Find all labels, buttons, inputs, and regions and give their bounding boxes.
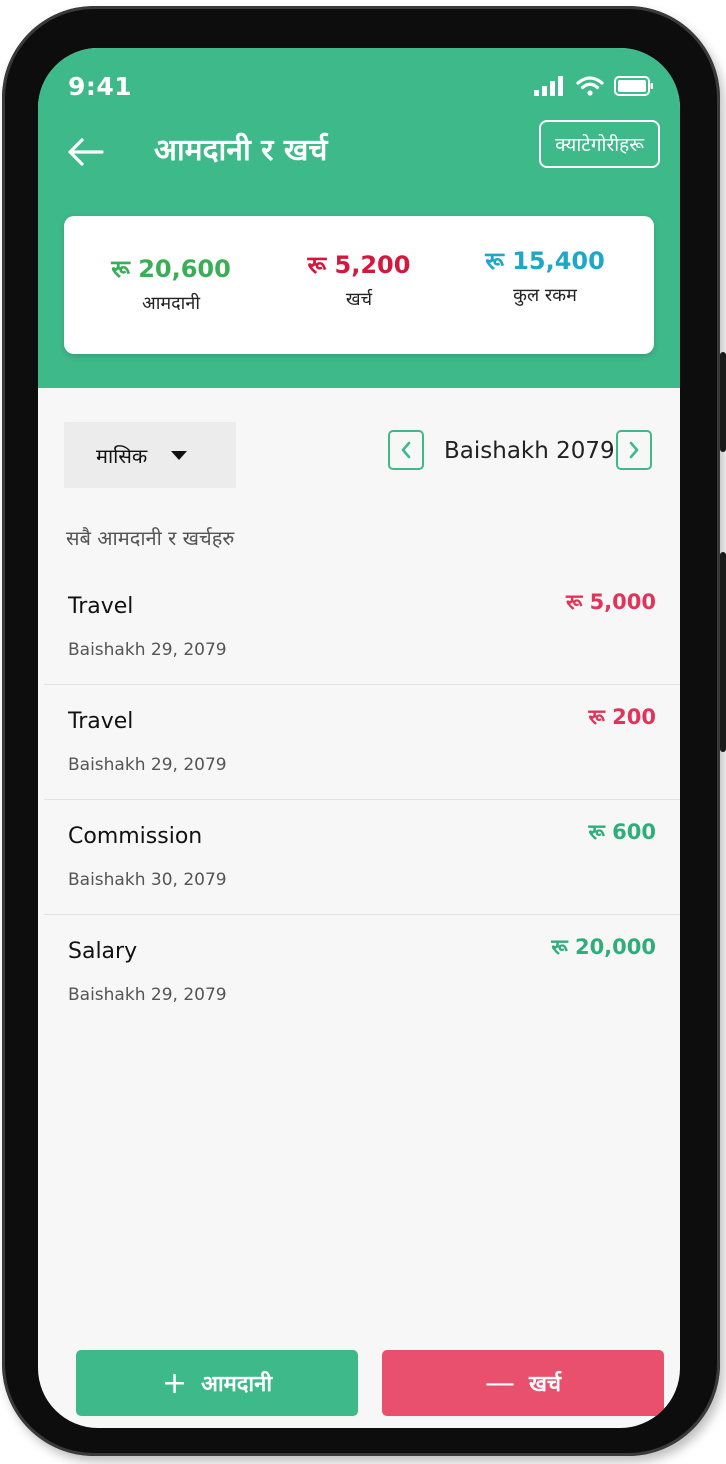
add-income-label: आमदानी bbox=[201, 1372, 273, 1397]
minus-icon: — bbox=[485, 1365, 516, 1401]
transaction-date: Baishakh 29, 2079 bbox=[68, 755, 227, 775]
summary-label: कुल रकम bbox=[513, 285, 577, 306]
volume-button bbox=[720, 352, 726, 452]
transaction-amount: रू 200 bbox=[588, 705, 656, 729]
section-title: सबै आमदानी र खर्चहरु bbox=[66, 526, 235, 550]
transaction-date: Baishakh 29, 2079 bbox=[68, 985, 227, 1005]
app-header: 9:41 आमदानी र खर्च क्याटेगोरीहरू रू 20,6… bbox=[38, 48, 680, 388]
summary-label: खर्च bbox=[345, 289, 373, 310]
add-income-button[interactable]: + आमदानी bbox=[76, 1350, 358, 1416]
summary-expense: रू 5,200 खर्च bbox=[264, 248, 454, 311]
power-button bbox=[720, 552, 726, 752]
transaction-row[interactable]: Commission Baishakh 30, 2079 रू 600 bbox=[44, 800, 680, 915]
prev-period-button[interactable] bbox=[388, 430, 424, 470]
chevron-left-icon bbox=[401, 441, 411, 459]
summary-value: रू 5,200 bbox=[307, 251, 411, 279]
summary-card: रू 20,600 आमदानी रू 5,200 खर्च रू 15,400… bbox=[64, 216, 654, 354]
chevron-right-icon bbox=[629, 441, 639, 459]
battery-icon bbox=[614, 76, 653, 96]
next-period-button[interactable] bbox=[616, 430, 652, 470]
transaction-name: Travel bbox=[68, 709, 134, 734]
add-expense-button[interactable]: — खर्च bbox=[382, 1350, 664, 1416]
signal-icon bbox=[534, 76, 563, 96]
transaction-amount: रू 20,000 bbox=[551, 935, 656, 959]
summary-income: रू 20,600 आमदानी bbox=[76, 252, 266, 315]
phone-frame: 9:41 आमदानी र खर्च क्याटेगोरीहरू रू 20,6… bbox=[2, 6, 726, 1456]
wifi-icon bbox=[576, 76, 604, 96]
transaction-amount: रू 600 bbox=[588, 820, 656, 844]
back-arrow-icon[interactable] bbox=[66, 134, 106, 170]
summary-value: रू 15,400 bbox=[485, 247, 605, 275]
period-filter-dropdown[interactable]: मासिक bbox=[64, 422, 236, 488]
summary-label: आमदानी bbox=[141, 293, 201, 314]
summary-total: रू 15,400 कुल रकम bbox=[450, 244, 640, 307]
transaction-row[interactable]: Salary Baishakh 29, 2079 रू 20,000 bbox=[44, 915, 680, 1030]
transaction-name: Commission bbox=[68, 824, 203, 849]
status-time: 9:41 bbox=[68, 72, 133, 101]
transaction-date: Baishakh 29, 2079 bbox=[68, 640, 227, 660]
app-screen: 9:41 आमदानी र खर्च क्याटेगोरीहरू रू 20,6… bbox=[38, 48, 680, 1428]
status-icons bbox=[534, 76, 654, 96]
transaction-name: Travel bbox=[68, 594, 134, 619]
transaction-name: Salary bbox=[68, 939, 138, 964]
transaction-date: Baishakh 30, 2079 bbox=[68, 870, 227, 890]
plus-icon: + bbox=[161, 1365, 188, 1401]
transaction-row[interactable]: Travel Baishakh 29, 2079 रू 200 bbox=[44, 685, 680, 800]
summary-value: रू 20,600 bbox=[111, 255, 231, 283]
transaction-amount: रू 5,000 bbox=[565, 590, 656, 614]
filter-selected: मासिक bbox=[96, 443, 148, 468]
add-expense-label: खर्च bbox=[529, 1372, 561, 1397]
period-label: Baishakh 2079 bbox=[444, 438, 615, 464]
categories-button[interactable]: क्याटेगोरीहरू bbox=[539, 120, 660, 168]
caret-down-icon bbox=[171, 450, 188, 460]
page-title: आमदानी र खर्च bbox=[154, 133, 328, 168]
transaction-row[interactable]: Travel Baishakh 29, 2079 रू 5,000 bbox=[44, 570, 680, 685]
